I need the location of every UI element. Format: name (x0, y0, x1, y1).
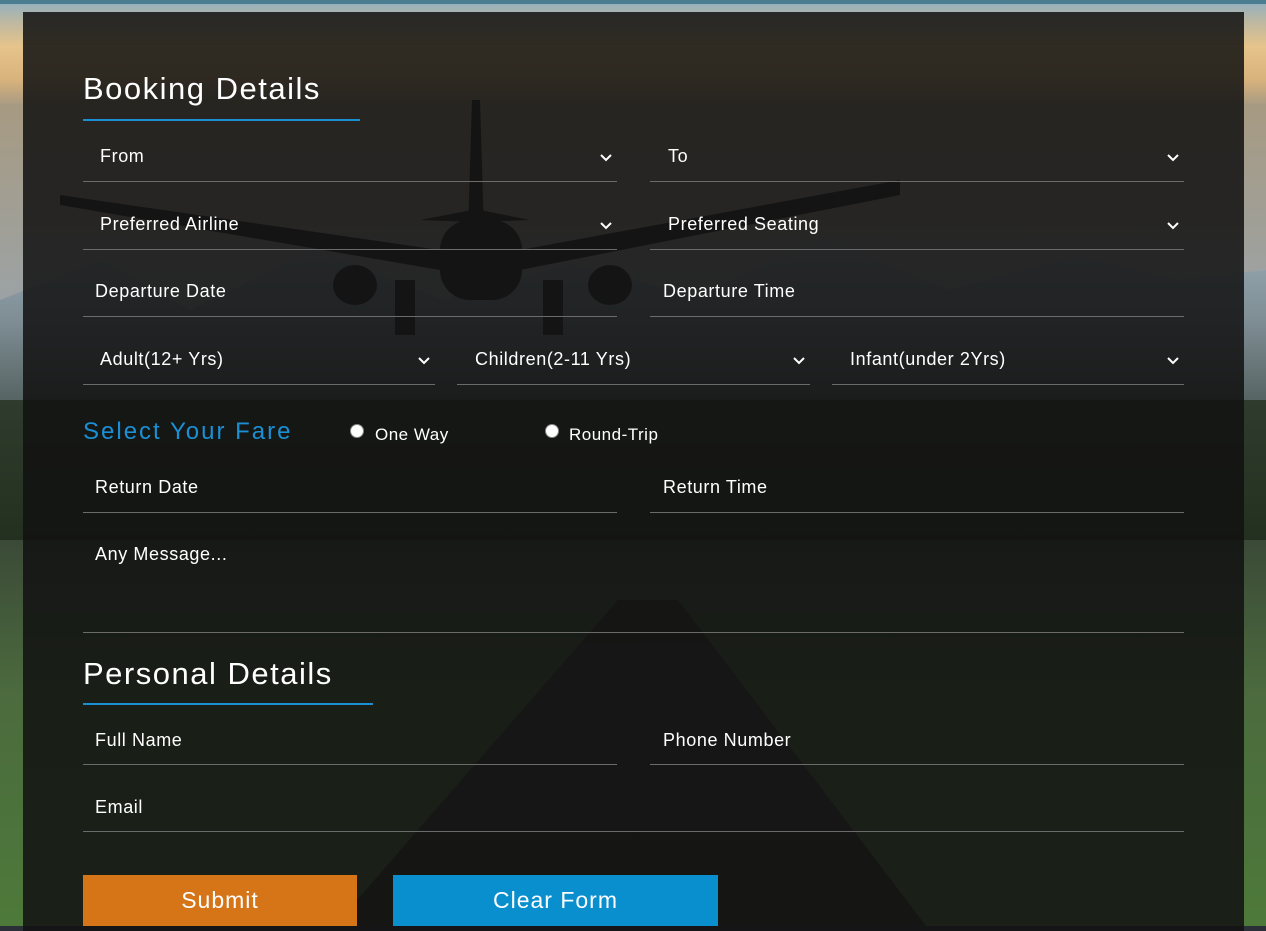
chevron-down-icon (793, 357, 805, 365)
round-trip-label: Round-Trip (569, 425, 659, 444)
form-panel (23, 12, 1244, 931)
phone-underline (650, 763, 1184, 765)
departure-time-placeholder: Departure Time (663, 281, 796, 301)
preferred-airline-label: Preferred Airline (100, 214, 240, 234)
airline-underline (83, 248, 617, 250)
to-underline (650, 180, 1184, 182)
to-label: To (668, 146, 689, 166)
full-name-placeholder: Full Name (95, 730, 183, 750)
message-placeholder: Any Message... (95, 544, 228, 564)
departure-date-placeholder: Departure Date (95, 281, 227, 301)
infant-label: Infant(under 2Yrs) (850, 349, 1006, 369)
preferred-seating-label: Preferred Seating (668, 214, 820, 234)
message-underline (83, 631, 1184, 633)
booking-details-heading: Booking Details (83, 71, 321, 106)
email-underline (83, 830, 1184, 832)
one-way-label: One Way (375, 425, 449, 444)
adult-label: Adult(12+ Yrs) (100, 349, 224, 369)
children-underline (457, 383, 810, 385)
return-date-underline (83, 511, 617, 513)
return-date-placeholder: Return Date (95, 477, 199, 497)
top-border (0, 0, 1266, 4)
return-time-placeholder: Return Time (663, 477, 768, 497)
from-underline (83, 180, 617, 182)
personal-details-heading: Personal Details (83, 656, 333, 691)
full-name-underline (83, 763, 617, 765)
infant-underline (832, 383, 1184, 385)
one-way-radio[interactable] (350, 424, 364, 438)
from-label: From (100, 146, 145, 166)
chevron-down-icon (1167, 222, 1179, 230)
return-time-underline (650, 511, 1184, 513)
clear-form-button[interactable]: Clear Form (393, 875, 718, 926)
departure-date-underline (83, 315, 617, 317)
children-label: Children(2-11 Yrs) (475, 349, 632, 369)
submit-button[interactable]: Submit (83, 875, 357, 926)
booking-heading-underline (83, 119, 360, 121)
round-trip-radio[interactable] (545, 424, 559, 438)
phone-number-placeholder: Phone Number (663, 730, 792, 750)
seating-underline (650, 248, 1184, 250)
select-fare-heading: Select Your Fare (83, 418, 293, 445)
chevron-down-icon (600, 154, 612, 162)
departure-time-underline (650, 315, 1184, 317)
chevron-down-icon (1167, 154, 1179, 162)
email-placeholder: Email (95, 797, 144, 817)
chevron-down-icon (1167, 357, 1179, 365)
adult-underline (83, 383, 435, 385)
personal-heading-underline (83, 703, 373, 705)
chevron-down-icon (600, 222, 612, 230)
chevron-down-icon (418, 357, 430, 365)
